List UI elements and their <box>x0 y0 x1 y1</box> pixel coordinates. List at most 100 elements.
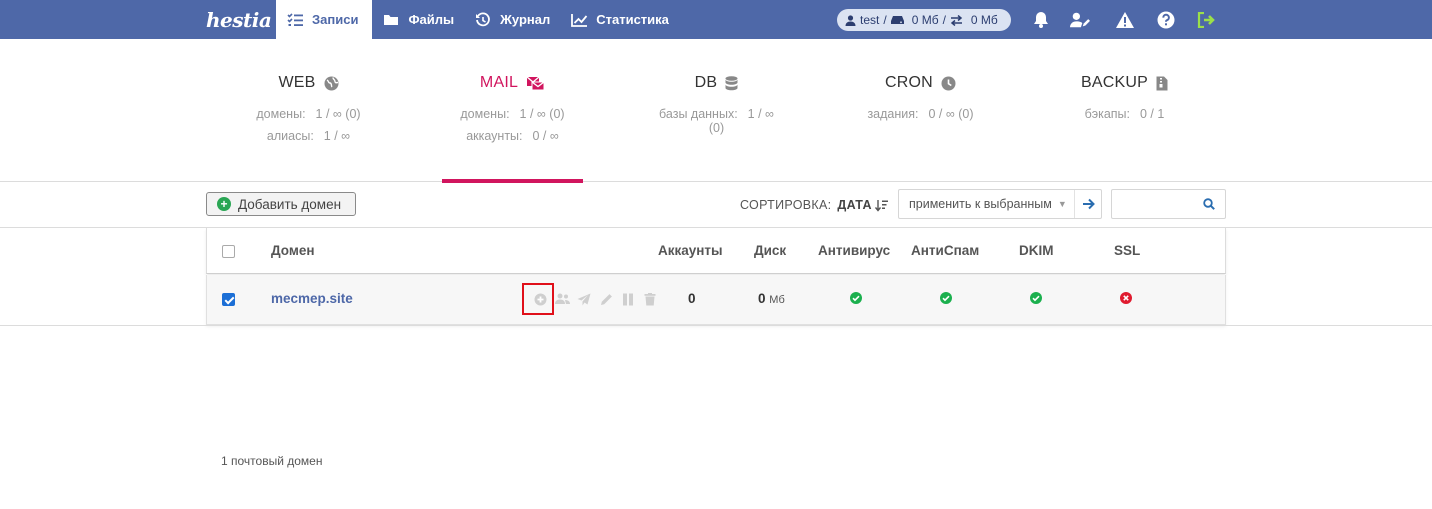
stat-db-title: DB <box>694 74 718 91</box>
globe-icon <box>324 76 339 91</box>
folder-icon <box>382 12 400 28</box>
search-input[interactable] <box>1111 189 1226 219</box>
stat-value: 1 / ∞ (0) <box>519 107 565 121</box>
dkim-ok-icon <box>1030 292 1042 304</box>
sort-label: СОРТИРОВКА: <box>740 198 832 212</box>
stat-backup[interactable]: BACKUP бэкапы: 0 / 1 <box>1054 39 1195 182</box>
user-separator: / <box>883 13 887 27</box>
sort-control[interactable]: СОРТИРОВКА: ДАТА <box>740 198 888 212</box>
stat-cron[interactable]: CRON задания: 0 / ∞ (0) <box>850 39 991 182</box>
stat-db[interactable]: DB базы данных: 1 / ∞ (0) <box>646 39 787 182</box>
user-edit-wrap <box>1070 0 1090 39</box>
add-domain-button[interactable]: + Добавить домен <box>206 192 356 216</box>
caret-down-icon: ▼ <box>1057 199 1067 209</box>
stat-cron-row-1: задания: 0 / ∞ (0) <box>850 107 991 121</box>
list-check-icon <box>286 12 304 28</box>
stat-label: базы данных: <box>659 107 738 121</box>
user-edit-icon[interactable] <box>1070 10 1090 30</box>
stat-value: 0 / 1 <box>1140 107 1165 121</box>
stat-mail-row-2: аккаунты: 0 / ∞ <box>442 129 583 143</box>
stat-mail-head: MAIL <box>442 74 583 92</box>
col-antispam: АнтиСпам <box>911 243 980 258</box>
clock-icon <box>941 76 956 91</box>
stat-db-head: DB <box>646 74 787 92</box>
hestia-logo[interactable]: hestia <box>206 4 272 35</box>
col-accounts: Аккаунты <box>658 243 723 258</box>
nav-journal[interactable]: Журнал <box>464 0 560 39</box>
send-button[interactable] <box>573 291 595 307</box>
toolbar: + Добавить домен СОРТИРОВКА: ДАТА примен… <box>0 182 1432 228</box>
logout-wrap <box>1196 0 1216 39</box>
chart-line-icon <box>570 12 588 28</box>
pencil-icon <box>600 293 612 305</box>
stat-web-row-2: алиасы: 1 / ∞ <box>238 129 379 143</box>
database-icon <box>725 75 738 91</box>
bulk-action-select[interactable]: применить к выбранным ▼ <box>898 189 1102 219</box>
antispam-ok-icon <box>940 292 952 304</box>
stat-label: алиасы: <box>266 129 314 143</box>
disk-usage-cell: 0 Мб <box>758 291 785 306</box>
divider <box>0 325 1432 326</box>
pause-icon <box>623 293 633 305</box>
users-icon <box>554 293 570 304</box>
mail-icon <box>526 76 545 91</box>
stat-value: 1 / ∞ <box>323 129 351 143</box>
nav-files[interactable]: Файлы <box>372 0 464 39</box>
disk-separator: / <box>942 13 946 27</box>
accounts-button[interactable] <box>551 291 573 307</box>
stat-backup-row-1: бэкапы: 0 / 1 <box>1054 107 1195 121</box>
stat-label: домены: <box>256 107 306 121</box>
help-icon[interactable] <box>1156 10 1176 30</box>
stat-cron-head: CRON <box>850 74 991 92</box>
col-domain: Домен <box>271 243 315 258</box>
stat-mail-title: MAIL <box>479 74 519 91</box>
row-checkbox[interactable] <box>222 293 235 306</box>
stat-web[interactable]: WEB домены: 1 / ∞ (0) алиасы: 1 / ∞ <box>238 39 379 182</box>
domain-link[interactable]: mecmep.site <box>271 291 353 306</box>
nav-records-label: Записи <box>312 12 359 27</box>
table-header: Домен Аккаунты Диск Антивирус АнтиСпам D… <box>206 228 1226 274</box>
accounts-count: 0 <box>688 291 696 306</box>
history-icon <box>474 11 492 28</box>
nav-stats[interactable]: Статистика <box>560 0 679 39</box>
user-pill[interactable]: test / 0 Мб / 0 Мб <box>837 9 1011 31</box>
nav-journal-label: Журнал <box>500 12 551 27</box>
top-bar: hestia Записи Файлы Журнал Статистика te… <box>0 0 1432 39</box>
stat-db-row-2: (0) <box>646 121 787 135</box>
sort-value: ДАТА <box>837 198 872 212</box>
col-ssl: SSL <box>1114 243 1141 258</box>
delete-button[interactable] <box>639 291 661 307</box>
stat-value: 1 / ∞ (0) <box>315 107 361 121</box>
nav-stats-label: Статистика <box>596 12 669 27</box>
stat-cron-title: CRON <box>885 74 933 91</box>
warning-wrap <box>1115 0 1135 39</box>
stat-label: аккаунты: <box>466 129 523 143</box>
bandwidth-usage: 0 Мб <box>970 13 998 27</box>
table-row: mecmep.site 0 0 Мб <box>206 275 1226 325</box>
bulk-action-text: применить к выбранным ▼ <box>899 190 1075 218</box>
disk-unit: Мб <box>769 294 785 306</box>
edit-button[interactable] <box>595 291 617 307</box>
user-name: test <box>860 13 880 27</box>
antivirus-ok-icon <box>850 292 862 304</box>
search-icon[interactable] <box>1203 198 1215 213</box>
warning-icon[interactable] <box>1115 10 1135 30</box>
select-all-checkbox[interactable] <box>222 245 235 258</box>
apply-button[interactable] <box>1075 198 1101 210</box>
stat-db-row-1: базы данных: 1 / ∞ <box>646 107 787 121</box>
domain-count: 1 почтовый домен <box>221 454 323 468</box>
stat-label: домены: <box>460 107 510 121</box>
stat-label: бэкапы: <box>1084 107 1130 121</box>
nav-records[interactable]: Записи <box>276 0 373 39</box>
paper-plane-icon <box>577 293 591 305</box>
stat-mail[interactable]: MAIL домены: 1 / ∞ (0) аккаунты: 0 / ∞ <box>442 39 583 183</box>
user-icon <box>845 14 856 26</box>
bell-icon[interactable] <box>1031 10 1051 30</box>
logout-icon[interactable] <box>1196 10 1216 30</box>
suspend-button[interactable] <box>617 291 639 307</box>
stat-backup-head: BACKUP <box>1054 74 1195 92</box>
stat-backup-title: BACKUP <box>1081 74 1148 91</box>
stat-value: 0 / ∞ <box>532 129 559 143</box>
highlight-box <box>522 283 554 315</box>
stat-value: 1 / ∞ <box>747 107 774 121</box>
